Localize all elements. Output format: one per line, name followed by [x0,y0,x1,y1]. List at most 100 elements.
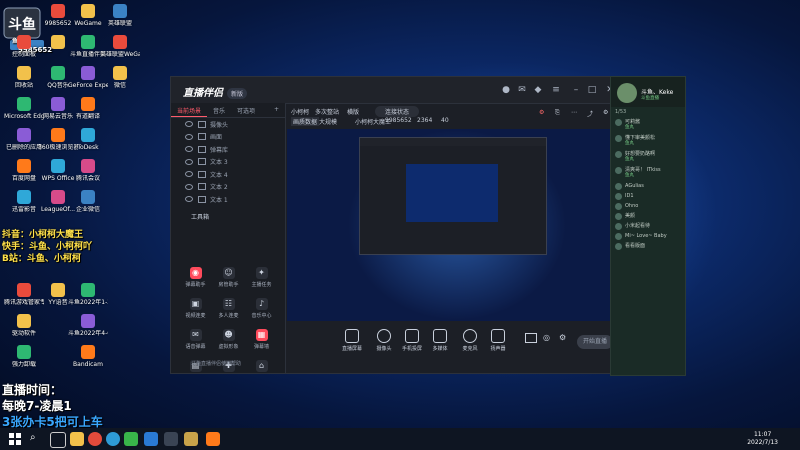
toolbox-item[interactable]: ☻ 虚拟形象 [212,329,245,350]
screen-capture-button[interactable]: 直播屏幕 [337,329,367,352]
browser-icon[interactable] [88,432,102,446]
eye-icon[interactable] [185,146,193,153]
record-icon[interactable] [525,333,537,343]
brand-badge[interactable]: 新版 [227,88,248,99]
message-icon[interactable]: ✉ [517,85,527,95]
eye-icon[interactable] [185,158,193,165]
toolbox-item[interactable]: ✉ 语音弹幕 [179,329,212,350]
camera-button[interactable]: 摄像头 [369,329,399,352]
desktop-icon[interactable]: 微信 [100,66,140,89]
toolbox-item[interactable]: ▦ 弹幕墙 [245,329,278,350]
toolbox-item[interactable]: ☺ 房管助手 [212,267,245,288]
chat-message: 清爽哥！ ITkiss 鱼丸 [611,165,685,181]
desktop-icon[interactable]: 斗鱼2022年1-3月直播... [68,283,108,306]
clock[interactable]: 11:07 2022/7/13 [747,431,778,447]
layer-item[interactable]: 文本 3 [171,156,285,169]
layer-item[interactable]: 弹幕库 [171,143,285,156]
tab-options[interactable]: 可选项 [231,103,261,117]
settings-icon[interactable]: ⚙ [539,109,544,116]
app-icon [51,283,65,297]
task-view-icon[interactable] [50,432,66,448]
microphone-button[interactable]: 麦克风 [455,329,485,352]
desktop-icon[interactable]: 强力卸载 [4,345,44,368]
preview-title: 小柯柯 [291,109,310,116]
app-icon [81,190,95,204]
toolbox-item[interactable]: ⌂ [245,360,278,374]
user-avatar-icon [615,223,622,230]
speaker-button[interactable]: 扬声器 [483,329,513,352]
lol-icon[interactable] [184,432,198,446]
help-note[interactable]: 斗鱼直播伴侣使用帮助 [191,360,241,367]
tool-label: 房管助手 [218,282,239,288]
layer-item[interactable]: 摄像头 [171,118,285,131]
phone-cast-button[interactable]: 手机投屏 [397,329,427,352]
wechat-icon[interactable] [124,432,138,446]
add-scene-icon[interactable]: + [268,103,285,117]
desktop-icon[interactable]: 驱动软件 [4,314,44,337]
live-preview[interactable] [287,129,621,321]
toolbox-item[interactable]: ☷ 多人连麦 [212,298,245,319]
minimize-icon[interactable]: – [571,85,581,95]
desktop-icon[interactable]: 英雄联盟 [100,4,140,27]
douyu-companion-icon[interactable] [206,432,220,446]
avatar[interactable] [617,83,637,103]
scene-tabs: 当前场景 音乐 可选项 + [171,103,285,118]
gear-icon[interactable]: ⚙ [603,109,608,116]
layer-item[interactable]: 文本 4 [171,168,285,181]
app-icon [17,283,31,297]
layer-item[interactable]: 画面 [171,131,285,144]
desktop-icon[interactable]: 企业微信 [68,190,108,213]
desktop-icon[interactable]: Bandicam [68,345,108,368]
share-icon[interactable]: ⎘ [555,109,560,117]
preview-tag[interactable]: 横版 [347,107,359,116]
more-icon[interactable]: ⋯ [571,109,577,116]
app-icon [51,97,65,111]
user-avatar-icon [615,233,622,240]
explorer-icon[interactable] [70,432,84,446]
windows-start-icon[interactable] [8,432,22,446]
media-button[interactable]: 多媒体 [425,329,455,352]
search-icon[interactable]: ⌕ [30,432,44,446]
maximize-icon[interactable]: □ [587,85,597,95]
edge-icon[interactable] [106,432,120,446]
settings-gear-icon[interactable]: ⚙ [559,333,566,342]
tab-music[interactable]: 音乐 [207,103,231,117]
tool-label: 虚拟形象 [218,344,239,350]
layer-label: 文本 4 [210,171,228,179]
user-avatar-icon [615,119,622,126]
eye-icon[interactable] [185,133,193,140]
desktop-icon[interactable]: 英雄联盟WeGame版 [100,35,140,58]
desktop-icon[interactable]: 腾讯会议 [68,159,108,182]
toolbox-item[interactable]: ✦ 主播任务 [245,267,278,288]
layer-item[interactable]: 文本 1 [171,193,285,206]
app-icon[interactable] [164,432,178,446]
app-icon [81,66,95,80]
live-time-title: 直播时间： [2,383,63,397]
layer-item[interactable]: 文本 2 [171,181,285,194]
eye-icon[interactable] [185,121,193,128]
start-live-button[interactable]: 开始直播 [577,335,613,349]
desktop-icon[interactable]: ToDesk [68,128,108,151]
clock-time: 11:07 [753,431,772,438]
qq-icon[interactable] [144,432,158,446]
livestream-app-window: 直播伴侣新版 ● ✉ ◆ ≡ – □ ✕ 当前场景 音乐 可选项 + 摄像头画面… [170,76,626,374]
tab-current-scene[interactable]: 当前场景 [171,103,208,117]
menu-icon[interactable]: ≡ [551,85,561,95]
eye-icon[interactable] [185,196,193,203]
layer-type-icon [198,195,206,203]
share2-icon[interactable]: ⤴ [587,109,593,118]
layer-label: 文本 3 [210,159,228,167]
toolbox-item[interactable]: ▣ 视频连麦 [179,298,212,319]
view-icon[interactable]: ◎ [543,333,550,342]
toolbox-item[interactable]: ◉ 弹幕助手 [179,267,212,288]
layer-label: 摄像头 [210,121,229,129]
preview-mode[interactable]: 多次整站 [315,107,339,116]
preview-scene[interactable]: 连接状态 [375,106,420,117]
desktop-icon[interactable]: 斗鱼2022年4-6月直播... [68,314,108,337]
eye-icon[interactable] [185,183,193,190]
eye-icon[interactable] [185,171,193,178]
toolbox-item[interactable]: ♪ 音乐中心 [245,298,278,319]
desktop-icon[interactable]: 有道翻译 [68,97,108,120]
github-icon[interactable]: ● [501,85,511,95]
skin-icon[interactable]: ◆ [533,85,543,95]
